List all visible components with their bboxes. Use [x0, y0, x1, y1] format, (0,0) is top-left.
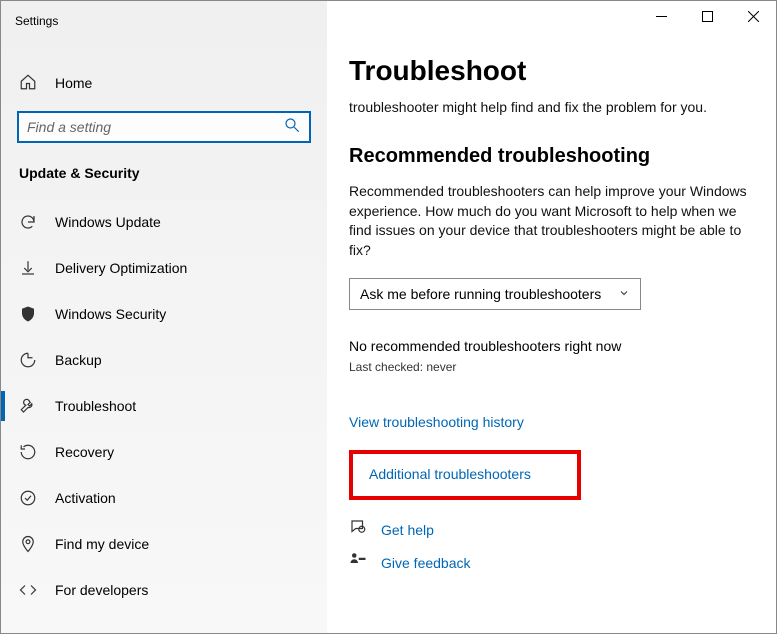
sidebar-item-label: Windows Security	[55, 306, 166, 322]
feedback-icon	[349, 551, 367, 574]
sidebar: Settings Home Update & Security Windows …	[1, 1, 327, 633]
close-button[interactable]	[730, 1, 776, 31]
sidebar-item-windows-update[interactable]: Windows Update	[1, 199, 327, 245]
sidebar-item-label: Recovery	[55, 444, 114, 460]
sidebar-item-label: Find my device	[55, 536, 149, 552]
status-text: No recommended troubleshooters right now	[349, 338, 754, 354]
sidebar-item-label: Troubleshoot	[55, 398, 136, 414]
window-controls	[327, 1, 776, 41]
search-icon	[283, 116, 301, 139]
troubleshooter-dropdown[interactable]: Ask me before running troubleshooters	[349, 278, 641, 310]
additional-highlight: Additional troubleshooters	[349, 450, 581, 500]
shield-icon	[19, 305, 37, 323]
sidebar-item-backup[interactable]: Backup	[1, 337, 327, 383]
sidebar-item-label: Backup	[55, 352, 102, 368]
page-title: Troubleshoot	[349, 55, 754, 87]
sidebar-item-label: Activation	[55, 490, 116, 506]
intro-text: troubleshooter might help find and fix t…	[349, 99, 754, 115]
recovery-icon	[19, 443, 37, 461]
feedback-row: Give feedback	[349, 551, 754, 574]
sidebar-item-troubleshoot[interactable]: Troubleshoot	[1, 383, 327, 429]
check-circle-icon	[19, 489, 37, 507]
give-feedback-link[interactable]: Give feedback	[381, 555, 471, 571]
nav-list: Windows Update Delivery Optimization Win…	[1, 199, 327, 613]
chat-icon	[349, 518, 367, 541]
sidebar-item-delivery-optimization[interactable]: Delivery Optimization	[1, 245, 327, 291]
additional-troubleshooters-link[interactable]: Additional troubleshooters	[369, 466, 531, 482]
wrench-icon	[19, 397, 37, 415]
last-checked: Last checked: never	[349, 360, 754, 374]
sidebar-item-for-developers[interactable]: For developers	[1, 567, 327, 613]
sidebar-item-windows-security[interactable]: Windows Security	[1, 291, 327, 337]
location-icon	[19, 535, 37, 553]
sidebar-item-label: For developers	[55, 582, 148, 598]
get-help-row: Get help	[349, 518, 754, 541]
view-history-link[interactable]: View troubleshooting history	[349, 414, 524, 430]
main-panel: Troubleshoot troubleshooter might help f…	[327, 1, 776, 633]
search-box[interactable]	[17, 111, 311, 143]
chevron-down-icon	[618, 286, 630, 302]
home-icon	[19, 73, 37, 94]
recommended-desc: Recommended troubleshooters can help imp…	[349, 182, 754, 260]
search-input[interactable]	[27, 119, 283, 135]
sidebar-item-find-my-device[interactable]: Find my device	[1, 521, 327, 567]
maximize-button[interactable]	[684, 1, 730, 31]
recommended-heading: Recommended troubleshooting	[349, 145, 754, 168]
search-wrap	[1, 103, 327, 143]
home-button[interactable]: Home	[1, 63, 327, 103]
window-title: Settings	[1, 1, 327, 41]
sidebar-item-label: Delivery Optimization	[55, 260, 187, 276]
sync-icon	[19, 213, 37, 231]
dropdown-value: Ask me before running troubleshooters	[360, 286, 601, 302]
download-icon	[19, 259, 37, 277]
backup-icon	[19, 351, 37, 369]
section-heading: Update & Security	[1, 143, 327, 191]
home-label: Home	[55, 75, 92, 91]
sidebar-item-label: Windows Update	[55, 214, 161, 230]
content: Troubleshoot troubleshooter might help f…	[327, 41, 776, 574]
code-icon	[19, 581, 37, 599]
sidebar-item-recovery[interactable]: Recovery	[1, 429, 327, 475]
get-help-link[interactable]: Get help	[381, 522, 434, 538]
minimize-button[interactable]	[638, 1, 684, 31]
sidebar-item-activation[interactable]: Activation	[1, 475, 327, 521]
